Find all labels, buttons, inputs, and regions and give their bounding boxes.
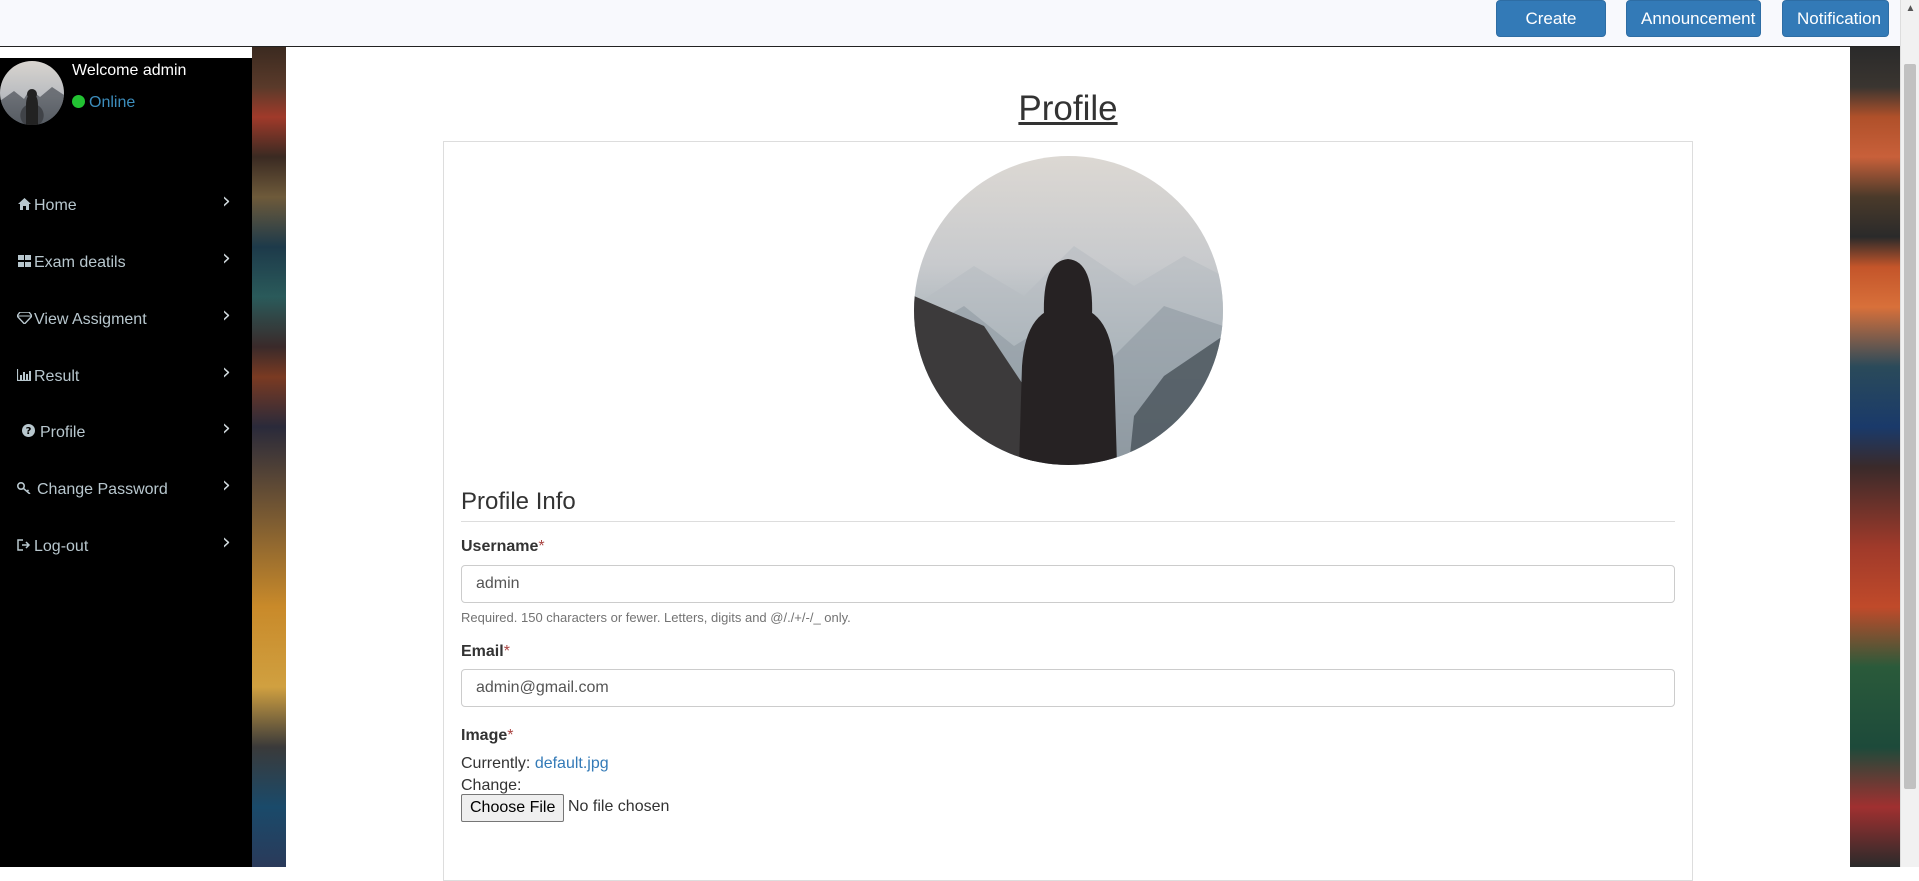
chevron-right-icon: › — [222, 473, 231, 498]
sidebar-item-label: Change Password — [37, 481, 168, 498]
sidebar: Welcome admin Online Home › Exam deatils… — [0, 58, 252, 867]
avatar — [0, 61, 64, 125]
svg-text:?: ? — [25, 426, 31, 437]
grid-icon — [16, 243, 32, 283]
chevron-right-icon: › — [222, 530, 231, 555]
section-divider — [461, 521, 1675, 522]
sidebar-item-label: Exam deatils — [34, 254, 126, 271]
chevron-right-icon: › — [222, 416, 231, 441]
email-label: Email* — [461, 643, 510, 660]
scroll-thumb[interactable] — [1904, 64, 1916, 789]
sidebar-item-label: View Assigment — [34, 311, 147, 328]
chevron-right-icon: › — [222, 360, 231, 385]
page-title: Profile — [1018, 89, 1118, 128]
home-icon — [16, 186, 32, 226]
sign-out-icon — [16, 527, 32, 567]
sidebar-item-logout[interactable]: Log-out › — [0, 527, 252, 567]
chevron-right-icon: › — [222, 189, 231, 214]
notification-button[interactable]: Notification — [1782, 0, 1889, 37]
sidebar-item-label: Home — [34, 197, 77, 214]
sidebar-item-label: Result — [34, 368, 80, 385]
choose-file-button[interactable]: Choose File — [461, 794, 565, 822]
email-field[interactable] — [461, 669, 1675, 707]
background-bookshelf-right — [1850, 47, 1900, 867]
required-mark: * — [507, 727, 514, 744]
top-navbar: Create Test Announcement Notification — [0, 0, 1900, 63]
sidebar-item-result[interactable]: Result › — [0, 357, 252, 397]
sidebar-item-profile[interactable]: ? Profile › — [0, 413, 252, 453]
profile-panel: Profile Info Username* Required. 150 cha… — [443, 141, 1693, 881]
welcome-text: Welcome admin — [72, 62, 187, 79]
username-field[interactable] — [461, 565, 1675, 603]
online-status: Online — [72, 94, 135, 112]
no-file-chosen-text: No file chosen — [568, 798, 670, 815]
sidebar-item-label: Profile — [40, 424, 86, 441]
profile-picture — [914, 156, 1223, 465]
sidebar-item-home[interactable]: Home › — [0, 186, 252, 226]
sidebar-item-exam-details[interactable]: Exam deatils › — [0, 243, 252, 283]
diamond-icon — [15, 300, 33, 340]
online-dot-icon — [72, 95, 85, 108]
create-test-button[interactable]: Create Test — [1496, 0, 1606, 63]
main-content: Profile Profile Info Username* Required.… — [286, 47, 1850, 881]
question-circle-icon: ? — [20, 413, 36, 453]
vertical-scrollbar[interactable]: ▲ — [1900, 0, 1919, 867]
required-mark: * — [503, 643, 510, 660]
required-mark: * — [538, 538, 545, 555]
current-image-row: Currently: default.jpg — [461, 755, 609, 773]
section-title: Profile Info — [461, 488, 576, 515]
change-label: Change: — [461, 777, 522, 794]
background-bookshelf-left — [252, 47, 286, 867]
chevron-right-icon: › — [222, 303, 231, 328]
currently-label: Currently: — [461, 755, 531, 772]
sidebar-item-view-assignment[interactable]: View Assigment › — [0, 300, 252, 340]
current-image-link[interactable]: default.jpg — [535, 755, 609, 772]
announcement-button[interactable]: Announcement — [1626, 0, 1761, 37]
username-help-text: Required. 150 characters or fewer. Lette… — [461, 610, 851, 625]
scroll-up-arrow-icon[interactable]: ▲ — [1901, 0, 1919, 17]
sidebar-item-change-password[interactable]: Change Password › — [0, 470, 252, 510]
chevron-right-icon: › — [222, 246, 231, 271]
username-label: Username* — [461, 538, 545, 555]
image-label: Image* — [461, 727, 514, 744]
sidebar-item-label: Log-out — [34, 538, 89, 555]
bar-chart-icon — [16, 357, 32, 397]
key-icon — [16, 470, 32, 510]
online-status-label: Online — [89, 94, 136, 111]
